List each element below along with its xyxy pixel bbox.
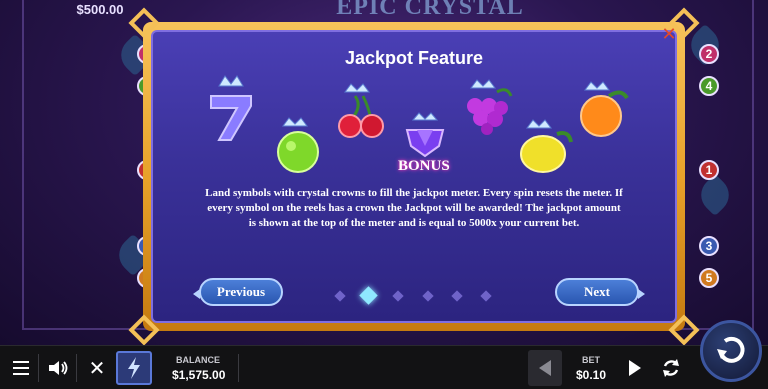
- previous-button[interactable]: Previous: [193, 278, 283, 306]
- next-button[interactable]: Next: [555, 278, 645, 306]
- orange-symbol-icon: [580, 81, 629, 137]
- bet-increase-button[interactable]: [620, 350, 650, 386]
- bet-value: $0.10: [576, 368, 607, 382]
- balance-label: BALANCE: [176, 355, 220, 365]
- lemon-symbol-icon: [520, 119, 573, 173]
- spin-icon: [717, 336, 745, 363]
- payline-badge-right[interactable]: 2: [699, 44, 719, 64]
- close-icon[interactable]: ✕: [82, 352, 112, 384]
- menu-icon[interactable]: [6, 352, 36, 384]
- bonus-label: BONUS: [398, 158, 450, 174]
- payline-badge-right[interactable]: 4: [699, 76, 719, 96]
- bet-decrease-button[interactable]: [528, 350, 562, 386]
- game-logo: EPIC CRYSTAL: [336, 0, 524, 20]
- speaker-icon[interactable]: [44, 352, 74, 384]
- divider: [38, 354, 39, 382]
- bet-label: BET: [582, 355, 600, 365]
- payline-badge-right[interactable]: 3: [699, 236, 719, 256]
- grapes-symbol-icon: [467, 79, 513, 135]
- autoplay-icon[interactable]: [656, 352, 686, 384]
- balance-value: $1,575.00: [172, 368, 226, 382]
- bottom-control-bar: ✕ BALANCE $1,575.00 BET $0.10: [0, 345, 768, 389]
- jackpot-feature-description: Land symbols with crystal crowns to fill…: [205, 187, 623, 229]
- divider: [238, 354, 239, 382]
- payline-badge-right[interactable]: 5: [699, 268, 719, 288]
- payline-badge-right[interactable]: 1: [699, 160, 719, 180]
- seven-symbol-icon: [210, 75, 252, 141]
- spin-button[interactable]: [700, 320, 762, 382]
- cherries-symbol-icon: [338, 83, 384, 138]
- lightning-icon[interactable]: [116, 351, 152, 385]
- jackpot-feature-dialog: ✕ Jackpot Feature BONUS Land symbols wit…: [128, 7, 700, 346]
- bonus-gem-symbol-icon: [405, 112, 445, 158]
- divider: [76, 354, 77, 382]
- lime-symbol-icon: [277, 117, 319, 173]
- close-button[interactable]: ✕: [659, 26, 679, 46]
- dialog-title: Jackpot Feature: [344, 48, 484, 68]
